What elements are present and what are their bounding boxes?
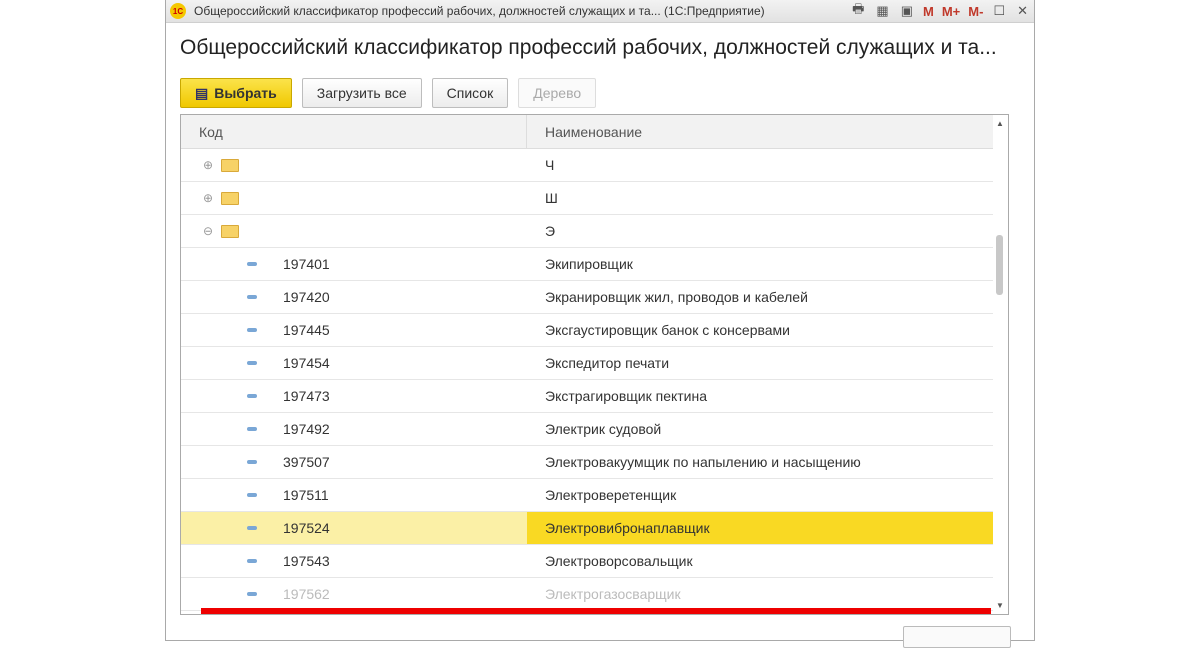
- table-row[interactable]: 197543 Электроворсовальщик: [181, 545, 993, 578]
- item-code: 197562: [283, 586, 330, 602]
- calendar-icon[interactable]: ▣: [901, 3, 913, 19]
- item-name: Эксгаустировщик банок с консервами: [545, 322, 790, 338]
- item-icon: [247, 361, 257, 365]
- item-icon: [247, 493, 257, 497]
- item-code: 197492: [283, 421, 330, 437]
- table-row[interactable]: 197445 Эксгаустировщик банок с консервами: [181, 314, 993, 347]
- item-icon: [247, 592, 257, 596]
- title-bar: 1С Общероссийский классификатор професси…: [166, 0, 1034, 23]
- item-icon: [247, 460, 257, 464]
- 1c-logo-icon: 1С: [170, 3, 186, 19]
- group-row[interactable]: ⊕ Ш: [181, 182, 993, 215]
- item-icon: [247, 394, 257, 398]
- classifier-table[interactable]: Код Наименование ⊕ Ч ⊕ Ш ⊖ Э 197401 Экипировщик…: [180, 114, 1009, 615]
- dialog-window: 1С Общероссийский классификатор професси…: [165, 0, 1035, 648]
- item-name: Электроверетенщик: [545, 487, 677, 503]
- group-row[interactable]: ⊖ Э: [181, 215, 993, 248]
- scroll-up-icon[interactable]: ▲: [996, 119, 1004, 128]
- item-icon: [247, 559, 257, 563]
- group-name: Ш: [545, 190, 558, 206]
- item-code: 197543: [283, 553, 330, 569]
- item-name: Электроворсовальщик: [545, 553, 693, 569]
- item-name: Электровибронаплавщик: [527, 512, 993, 544]
- highlight-underline: [201, 608, 991, 614]
- column-name[interactable]: Наименование: [527, 115, 1008, 148]
- item-icon: [247, 262, 257, 266]
- window-title: Общероссийский классификатор профессий р…: [194, 4, 765, 18]
- item-name: Электрогазосварщик: [545, 586, 681, 602]
- select-icon: ▤: [195, 84, 209, 101]
- table-row[interactable]: 197524 Электровибронаплавщик: [181, 512, 993, 545]
- item-icon: [247, 427, 257, 431]
- item-code: 197473: [283, 388, 330, 404]
- item-code: 197454: [283, 355, 330, 371]
- expand-icon[interactable]: ⊕: [203, 158, 213, 172]
- table-header: Код Наименование: [181, 115, 1008, 149]
- group-name: Э: [545, 223, 556, 239]
- table-row[interactable]: 197492 Электрик судовой: [181, 413, 993, 446]
- list-button[interactable]: Список: [431, 78, 509, 108]
- item-icon: [247, 526, 257, 530]
- expand-icon[interactable]: ⊕: [203, 191, 213, 205]
- folder-icon: [221, 224, 239, 238]
- table-row[interactable]: 197511 Электроверетенщик: [181, 479, 993, 512]
- toolbar: ▤ Выбрать Загрузить все Список Дерево: [180, 78, 597, 108]
- column-code[interactable]: Код: [181, 115, 527, 148]
- table-row[interactable]: 397507 Электровакуумщик по напылению и на…: [181, 446, 993, 479]
- item-name: Электровакуумщик по напылению и насыщени…: [545, 454, 861, 470]
- memory-minus-button[interactable]: M-: [968, 4, 983, 19]
- calculator-icon[interactable]: ▦: [876, 3, 888, 19]
- item-code: 197401: [283, 256, 330, 272]
- scroll-thumb[interactable]: [996, 235, 1003, 295]
- table-row[interactable]: 197562 Электрогазосварщик: [181, 578, 993, 611]
- item-code: 197511: [283, 487, 329, 503]
- item-name: Экипировщик: [545, 256, 633, 272]
- maximize-icon[interactable]: ☐: [993, 3, 1005, 19]
- item-code: 397507: [283, 454, 330, 470]
- item-name: Экспедитор печати: [545, 355, 670, 371]
- table-row[interactable]: 197454 Экспедитор печати: [181, 347, 993, 380]
- item-icon: [247, 328, 257, 332]
- group-name: Ч: [545, 157, 555, 173]
- scrollbar[interactable]: ▲ ▼: [993, 115, 1008, 614]
- item-icon: [247, 295, 257, 299]
- item-code: 197445: [283, 322, 330, 338]
- item-name: Экранировщик жил, проводов и кабелей: [545, 289, 808, 305]
- table-row[interactable]: 197420 Экранировщик жил, проводов и кабел…: [181, 281, 993, 314]
- close-icon[interactable]: ✕: [1017, 3, 1028, 19]
- item-name: Экстрагировщик пектина: [545, 388, 708, 404]
- memory-m-button[interactable]: M: [923, 4, 934, 19]
- load-all-button[interactable]: Загрузить все: [301, 78, 422, 108]
- item-name: Электрик судовой: [545, 421, 662, 437]
- memory-plus-button[interactable]: M+: [942, 4, 960, 19]
- tree-button: Дерево: [518, 78, 597, 108]
- select-button[interactable]: ▤ Выбрать: [180, 78, 292, 108]
- item-code: 197524: [283, 520, 330, 536]
- table-row[interactable]: 197473 Экстрагировщик пектина: [181, 380, 993, 413]
- select-label: Выбрать: [214, 85, 277, 101]
- folder-icon: [221, 191, 239, 205]
- scroll-down-icon[interactable]: ▼: [996, 601, 1004, 610]
- collapse-icon[interactable]: ⊖: [203, 224, 213, 238]
- bottom-button[interactable]: [903, 626, 1011, 648]
- item-code: 197420: [283, 289, 330, 305]
- table-row[interactable]: 197401 Экипировщик: [181, 248, 993, 281]
- print-icon[interactable]: 🖶: [852, 0, 864, 22]
- page-title: Общероссийский классификатор профессий р…: [180, 36, 997, 59]
- group-row[interactable]: ⊕ Ч: [181, 149, 993, 182]
- folder-icon: [221, 158, 239, 172]
